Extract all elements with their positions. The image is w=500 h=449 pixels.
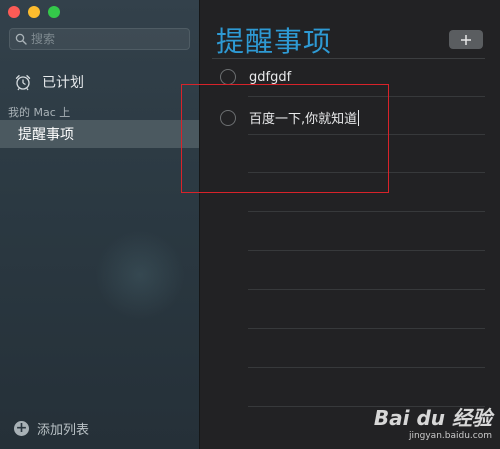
reminder-checkbox[interactable]	[220, 69, 236, 85]
watermark-logo: Bai du 经验	[373, 406, 492, 430]
sidebar-glow	[95, 230, 185, 320]
sidebar: 已计划 我的 Mac 上 提醒事项 + 添加列表	[0, 0, 200, 449]
page-title: 提醒事项	[216, 25, 333, 58]
plus-circle-icon: +	[14, 420, 29, 436]
close-window-button[interactable]	[8, 6, 20, 18]
row-divider	[248, 328, 485, 329]
reminder-text[interactable]: gdfgdf	[249, 70, 291, 85]
sidebar-item-scheduled[interactable]: 已计划	[14, 72, 84, 92]
plus-icon	[461, 34, 471, 45]
sidebar-item-reminders[interactable]: 提醒事项	[0, 120, 199, 148]
row-divider	[248, 96, 485, 97]
search-box[interactable]	[9, 28, 190, 50]
maximize-window-button[interactable]	[48, 6, 60, 18]
section-title-on-my-mac: 我的 Mac 上	[8, 106, 71, 119]
sidebar-item-reminders-label: 提醒事项	[18, 127, 74, 143]
row-divider	[248, 172, 485, 173]
reminder-checkbox[interactable]	[220, 109, 236, 126]
search-icon	[15, 33, 27, 45]
reminder-item-editing[interactable]: 百度一下,你就知道	[220, 108, 360, 127]
reminder-text-editing[interactable]: 百度一下,你就知道	[249, 108, 360, 127]
watermark-url: jingyan.baidu.com	[408, 431, 492, 441]
row-divider	[248, 367, 485, 368]
title-divider	[212, 58, 485, 59]
row-divider	[248, 289, 485, 290]
sidebar-item-scheduled-label: 已计划	[42, 75, 84, 91]
add-reminder-button[interactable]	[449, 30, 483, 49]
minimize-window-button[interactable]	[28, 6, 40, 18]
add-list-button[interactable]: + 添加列表	[14, 419, 89, 438]
row-divider	[248, 250, 485, 251]
reminders-panel: 提醒事项 gdfgdf 百度一下,你就知道	[200, 0, 500, 449]
add-list-label: 添加列表	[37, 423, 90, 438]
text-cursor	[358, 110, 360, 126]
search-input[interactable]	[31, 32, 171, 46]
reminders-window: 已计划 我的 Mac 上 提醒事项 + 添加列表 提醒事项 gdfgdf 百度一…	[0, 0, 500, 449]
row-divider	[248, 211, 485, 212]
window-controls	[8, 6, 60, 18]
alarm-clock-icon	[15, 75, 31, 91]
baidu-jingyan-watermark: Bai du 经验 jingyan.baidu.com	[374, 402, 492, 441]
row-divider	[248, 134, 485, 135]
reminder-item[interactable]: gdfgdf	[220, 69, 291, 85]
reminder-text-value[interactable]: 百度一下,你就知道	[249, 112, 357, 127]
